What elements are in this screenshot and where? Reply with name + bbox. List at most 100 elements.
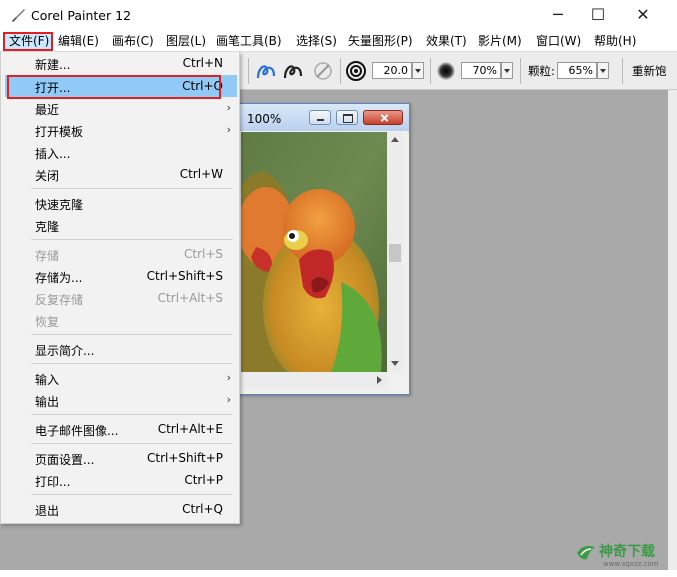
menu-item-shortcut: Ctrl+S <box>183 247 223 261</box>
menu-effects[interactable]: 效果(T) <box>426 32 467 51</box>
menu-item-get-info[interactable]: 显示简介... <box>5 338 237 360</box>
menu-brush-tools[interactable]: 画笔工具(B) <box>216 32 282 51</box>
menu-item-shortcut: Ctrl+W <box>179 167 223 181</box>
menu-item-email-image[interactable]: 电子邮件图像... Ctrl+Alt+E <box>5 418 237 440</box>
menu-item-insert[interactable]: 插入... <box>5 141 237 163</box>
parrot-image[interactable] <box>241 132 387 372</box>
menu-item-label: 关闭 <box>35 169 60 183</box>
toolbar-separator <box>520 58 521 84</box>
menu-item-save-as[interactable]: 存储为... Ctrl+Shift+S <box>5 265 237 287</box>
toolbar-separator <box>248 58 249 84</box>
opacity-dropdown[interactable] <box>501 62 513 79</box>
menu-separator <box>31 239 233 240</box>
maximize-button[interactable]: ☐ <box>575 0 621 30</box>
menu-layers[interactable]: 图层(L) <box>166 32 206 51</box>
menu-item-label: 反复存储 <box>35 293 84 307</box>
document-close-button[interactable] <box>363 110 403 125</box>
menu-item-clone[interactable]: 克隆 <box>5 214 237 236</box>
menu-item-label: 新建... <box>35 58 71 72</box>
opacity-field[interactable]: 70% <box>461 62 501 79</box>
menu-item-label: 电子邮件图像... <box>35 424 119 438</box>
stroke-loop-blue-icon[interactable] <box>255 60 277 82</box>
menu-item-label: 恢复 <box>35 315 60 329</box>
menu-item-import[interactable]: 输入 › <box>5 367 237 389</box>
menu-vector-shapes[interactable]: 矢量图形(P) <box>348 32 413 51</box>
close-button[interactable]: ✕ <box>620 0 666 30</box>
menu-item-quick-clone[interactable]: 快速克隆 <box>5 192 237 214</box>
menu-separator <box>31 334 233 335</box>
menu-movie[interactable]: 影片(M) <box>478 32 522 51</box>
document-horizontal-scrollbar[interactable] <box>241 372 387 388</box>
menu-item-shortcut: Ctrl+Shift+S <box>146 269 223 283</box>
scroll-down-icon[interactable] <box>391 361 399 366</box>
menu-item-label: 最近 <box>35 103 60 117</box>
watermark-url: www.sqxzz.com <box>603 560 659 568</box>
menu-item-label: 打开模板 <box>35 125 84 139</box>
document-zoom-label: 100% <box>247 112 282 126</box>
menu-help[interactable]: 帮助(H) <box>594 32 636 51</box>
menu-select[interactable]: 选择(S) <box>296 32 337 51</box>
menu-item-label: 快速克隆 <box>35 198 84 212</box>
menu-item-shortcut: Ctrl+P <box>184 473 223 487</box>
menu-separator <box>31 414 233 415</box>
menu-file[interactable]: 文件(F) <box>3 32 53 51</box>
menu-item-export[interactable]: 输出 › <box>5 389 237 411</box>
menu-item-new[interactable]: 新建... Ctrl+N <box>5 52 237 74</box>
menu-item-label: 存储为... <box>35 271 83 285</box>
painter-brush-icon <box>12 9 25 22</box>
menu-item-print[interactable]: 打印... Ctrl+P <box>5 469 237 491</box>
brush-size-dropdown[interactable] <box>412 62 424 79</box>
grain-label: 颗粒: <box>528 64 555 78</box>
window-title: Corel Painter 12 <box>31 8 132 23</box>
menu-item-shortcut: Ctrl+Q <box>182 502 223 516</box>
menu-window[interactable]: 窗口(W) <box>536 32 581 51</box>
menu-item-label: 打印... <box>35 475 71 489</box>
submenu-arrow-icon: › <box>226 123 231 136</box>
bottom-strip <box>0 570 677 577</box>
menu-separator <box>31 363 233 364</box>
document-minimize-button[interactable] <box>309 110 331 125</box>
menu-item-shortcut: Ctrl+Alt+E <box>157 422 223 436</box>
menu-item-open-template[interactable]: 打开模板 › <box>5 119 237 141</box>
watermark: 神奇下载 www.sqxzz.com <box>573 539 673 569</box>
menu-item-recent[interactable]: 最近 › <box>5 97 237 119</box>
title-bar: Corel Painter 12 ─ ☐ ✕ <box>0 0 677 30</box>
document-vertical-scroll-thumb[interactable] <box>389 244 401 262</box>
watermark-logo-icon <box>577 545 595 560</box>
toolbar-separator <box>622 58 623 84</box>
brush-ghost-icon[interactable] <box>312 60 334 82</box>
menu-item-page-setup[interactable]: 页面设置... Ctrl+Shift+P <box>5 447 237 469</box>
menu-item-exit[interactable]: 退出 Ctrl+Q <box>5 498 237 520</box>
menu-item-shortcut: Ctrl+N <box>182 56 223 70</box>
menu-canvas[interactable]: 画布(C) <box>112 32 154 51</box>
workspace-scrollbar[interactable] <box>668 90 677 570</box>
menu-item-iterative-save: 反复存储 Ctrl+Alt+S <box>5 287 237 309</box>
grain-dropdown[interactable] <box>597 62 609 79</box>
scroll-up-icon[interactable] <box>391 137 399 142</box>
menu-separator <box>31 443 233 444</box>
submenu-arrow-icon: › <box>226 371 231 384</box>
submenu-arrow-icon: › <box>226 101 231 114</box>
menu-item-label: 页面设置... <box>35 453 95 467</box>
menu-item-label: 输出 <box>35 395 60 409</box>
menu-item-label: 插入... <box>35 147 71 161</box>
document-title-bar[interactable]: 100% <box>233 104 409 131</box>
annotation-highlight-box <box>7 75 221 99</box>
opacity-icon <box>437 62 455 80</box>
menu-item-close[interactable]: 关闭 Ctrl+W <box>5 163 237 185</box>
document-maximize-button[interactable] <box>336 110 358 125</box>
stroke-loop-black-icon[interactable] <box>282 60 304 82</box>
menu-item-label: 显示简介... <box>35 344 95 358</box>
grain-field[interactable]: 65% <box>557 62 597 79</box>
document-window: 100% <box>232 103 410 395</box>
menu-bar: 文件(F) 编辑(E) 画布(C) 图层(L) 画笔工具(B) 选择(S) 矢量… <box>0 30 677 52</box>
brush-size-icon <box>346 61 366 81</box>
menu-item-revert: 恢复 <box>5 309 237 331</box>
brush-size-field[interactable]: 20.0 <box>372 62 412 79</box>
menu-separator <box>31 494 233 495</box>
document-vertical-scrollbar[interactable] <box>387 132 403 372</box>
scroll-right-icon[interactable] <box>377 376 382 384</box>
resaturate-label: 重新饱 <box>632 64 667 78</box>
painter-window: { "app": { "title": "Corel Painter 12" }… <box>0 0 677 577</box>
menu-edit[interactable]: 编辑(E) <box>58 32 99 51</box>
